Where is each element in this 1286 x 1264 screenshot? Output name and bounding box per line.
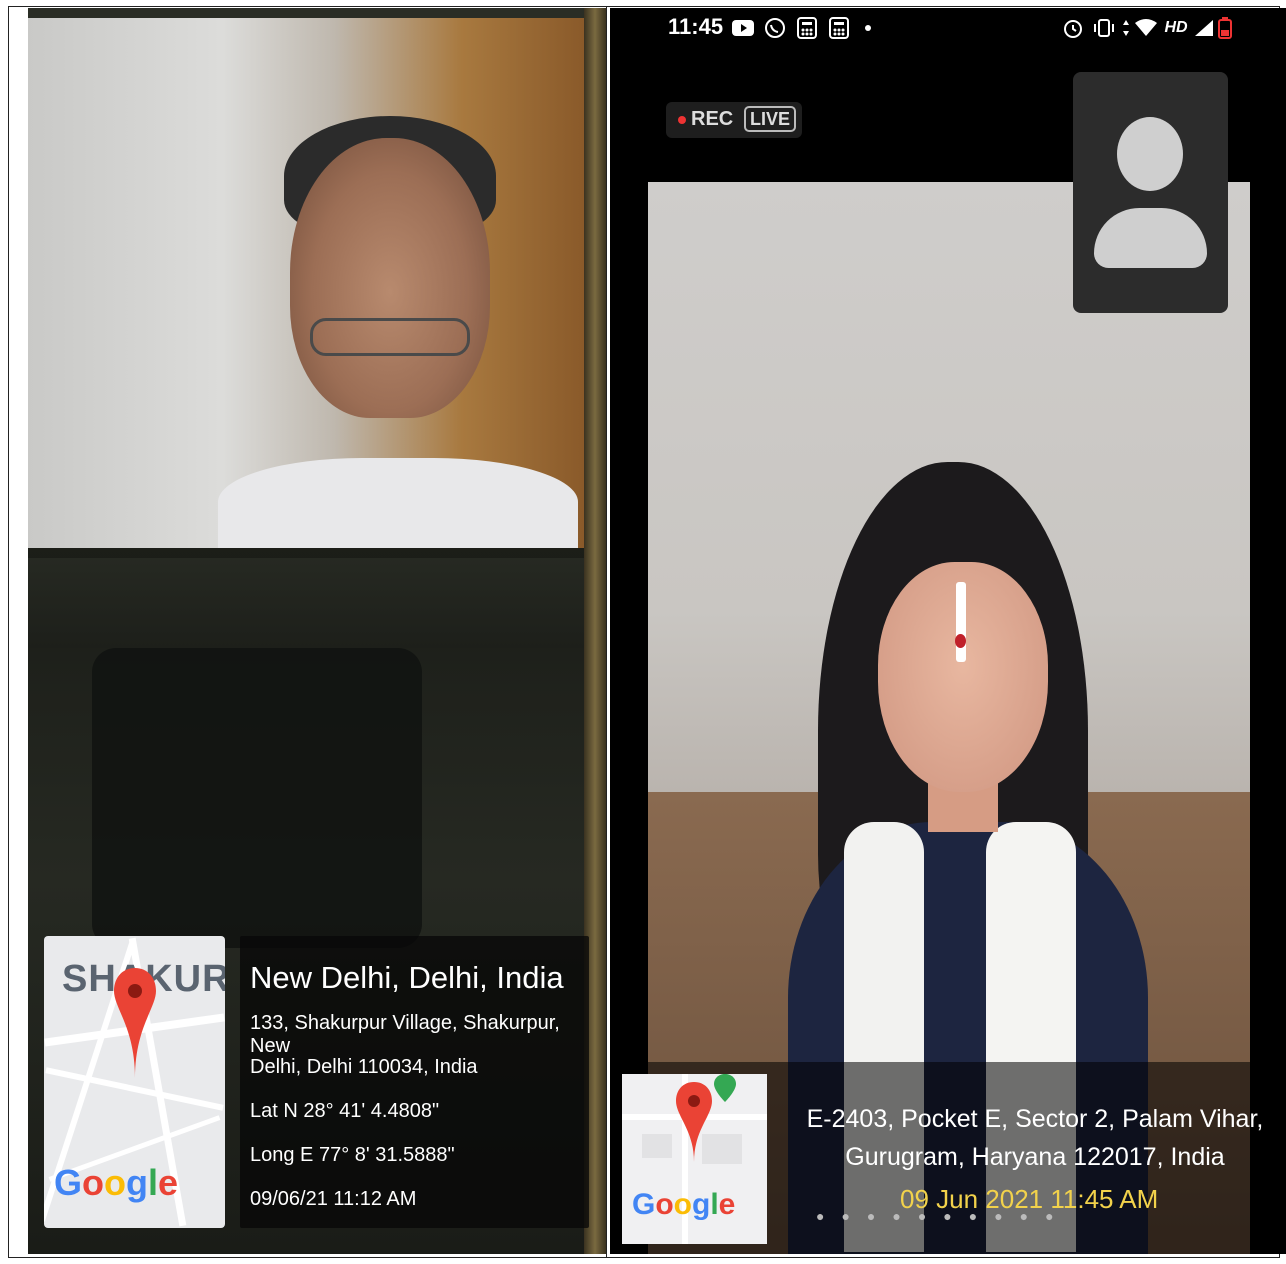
- status-time: 11:45: [668, 14, 724, 39]
- geo-tag-left: SHAKURPUR Google New Delhi, Delhi, India…: [44, 936, 589, 1228]
- video-call-feed-left: [28, 18, 584, 548]
- avatar-user-icon: [1117, 117, 1183, 191]
- address-right: E-2403, Pocket E, Sector 2, Palam Vihar,…: [800, 1100, 1270, 1176]
- timestamp-left: 09/06/21 11:12 AM: [250, 1188, 417, 1210]
- phone-lower-area: [28, 558, 584, 648]
- data-transfer-icon: [1120, 17, 1132, 39]
- status-bar: 11:45 HD: [610, 8, 1286, 48]
- tilak-dot: [955, 634, 966, 648]
- map-thumbnail-right: Google: [622, 1074, 767, 1244]
- battery-low-icon: [1218, 17, 1232, 39]
- map-pin-icon: [114, 968, 156, 1078]
- avatar-user-body: [1094, 208, 1207, 268]
- rec-label: REC: [691, 108, 734, 130]
- tilak-mark: [956, 582, 966, 662]
- youtube-icon: [732, 17, 754, 39]
- record-dot-icon: [678, 116, 686, 124]
- person-shirt: [218, 458, 578, 548]
- self-view-tile[interactable]: [1073, 72, 1228, 313]
- panel-divider: [606, 6, 607, 1258]
- vibrate-icon: [1092, 17, 1116, 39]
- address-right-line-2: Gurugram, Haryana 122017, India: [845, 1143, 1225, 1171]
- right-screenshot-panel: 11:45 HD REC LIVE Google E-2403, Pocket …: [610, 8, 1286, 1254]
- google-logo-right: Google: [632, 1188, 736, 1221]
- recording-indicator: REC LIVE: [666, 102, 802, 138]
- longitude-text: Long E 77° 8' 31.5888": [250, 1144, 455, 1166]
- calculator-icon-2: [828, 17, 850, 39]
- address-right-line-1: E-2403, Pocket E, Sector 2, Palam Vihar,: [806, 1105, 1264, 1133]
- wifi-icon: [1134, 17, 1158, 39]
- address-line-1: 133, Shakurpur Village, Shakurpur, New: [250, 1012, 560, 1057]
- network-type-label: HD: [1164, 19, 1188, 36]
- timestamp-right: 09 Jun 2021 11:45 AM: [900, 1184, 1159, 1214]
- latitude-text: Lat N 28° 41' 4.4808": [250, 1100, 440, 1122]
- map-thumbnail-left: SHAKURPUR Google: [44, 936, 225, 1228]
- glasses: [310, 318, 470, 356]
- person-face: [290, 138, 490, 418]
- map-pin-icon-right: [676, 1082, 712, 1162]
- signal-icon: [1194, 17, 1214, 39]
- calculator-icon: [796, 17, 818, 39]
- map-place-marker-icon: [714, 1074, 736, 1102]
- alarm-icon: [1062, 17, 1084, 39]
- google-logo: Google: [54, 1162, 179, 1203]
- phone-reflection: [92, 648, 422, 948]
- live-badge: LIVE: [744, 106, 797, 132]
- location-info-left: New Delhi, Delhi, India 133, Shakurpur V…: [240, 936, 589, 1228]
- more-notifications-dot-icon: [862, 17, 874, 39]
- address-line-2: Delhi, Delhi 110034, India: [250, 1056, 478, 1078]
- whatsapp-icon: [764, 17, 786, 39]
- location-title: New Delhi, Delhi, India: [250, 960, 564, 995]
